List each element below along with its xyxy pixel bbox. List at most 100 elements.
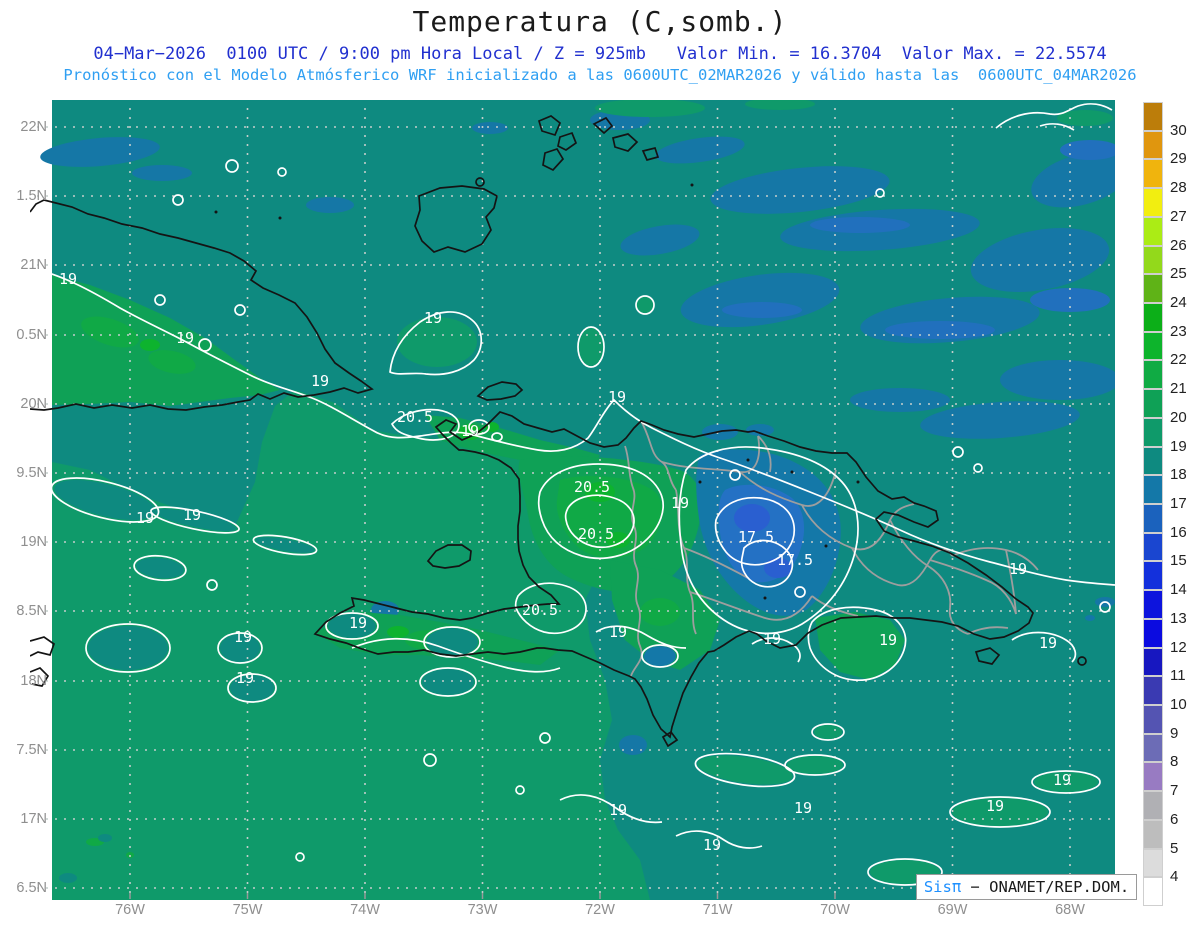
lat-label: 7.5N	[16, 741, 47, 758]
contour-value-label: 19	[176, 329, 194, 347]
colorbar-cell	[1143, 819, 1163, 849]
lon-label: 76W	[115, 902, 145, 918]
lon-label: 69W	[937, 902, 968, 918]
contour-value-label: 19	[234, 628, 252, 646]
lat-label: 18N	[20, 672, 47, 689]
contour-value-label: 20.5	[574, 478, 610, 496]
colorbar-tick-label: 13	[1170, 609, 1187, 627]
colorbar-cell	[1143, 676, 1163, 705]
contour-value-label: 19	[703, 836, 721, 854]
sispi-logo: Sisπ	[923, 878, 962, 896]
lon-label: 73W	[467, 902, 498, 918]
branding-watermark: Sisπ − ONAMET/REP.DOM.	[916, 874, 1137, 900]
colorbar-tick-label: 11	[1170, 667, 1186, 685]
colorbar-cell	[1143, 647, 1163, 677]
colorbar-cell	[1143, 245, 1163, 275]
valid-time-line: 04−Mar−2026 0100 UTC / 9:00 pm Hora Loca…	[93, 44, 1107, 64]
colorbar-cell	[1143, 446, 1163, 476]
colorbar-cell	[1143, 762, 1163, 792]
lat-label: 0.5N	[16, 326, 47, 343]
contour-value-label: 19	[671, 494, 689, 512]
lat-label: 8.5N	[16, 603, 47, 620]
lon-label: 72W	[585, 902, 615, 918]
model-info-line: Pronóstico con el Modelo Atmósferico WRF…	[63, 66, 1137, 84]
colorbar-tick-label: 21	[1170, 380, 1187, 398]
org-label: ONAMET/REP.DOM.	[989, 878, 1130, 896]
colorbar-tick-label: 8	[1170, 753, 1179, 771]
lat-label: 21N	[20, 257, 47, 274]
lon-label: 71W	[702, 902, 733, 918]
colorbar-cell	[1143, 159, 1163, 189]
colorbar-tick-label: 9	[1170, 724, 1179, 742]
colorbar-tick-label: 27	[1170, 207, 1187, 225]
lat-label: 6.5N	[16, 880, 47, 897]
contour-value-label: 19	[608, 388, 626, 406]
jamaica-tip	[30, 636, 56, 657]
contour-value-label: 19	[136, 509, 154, 527]
colorbar-tick-label: 24	[1170, 294, 1187, 311]
contour-value-label: 20.5	[397, 408, 433, 426]
lon-label: 68W	[1055, 902, 1085, 918]
lat-label: 20N	[20, 395, 47, 412]
colorbar-cell	[1143, 848, 1163, 878]
colorbar-tick-label: 6	[1170, 810, 1179, 828]
colorbar-cell	[1143, 216, 1163, 246]
page-title: Temperatura (C,somb.)	[412, 5, 788, 38]
colorbar-tick-label: 19	[1170, 437, 1187, 455]
colorbar-tick-label: 4	[1170, 868, 1179, 886]
colorbar-cell	[1143, 618, 1163, 648]
colorbar-tick-label: 7	[1170, 782, 1179, 800]
colorbar-cell	[1143, 102, 1163, 131]
contour-value-label: 19	[794, 799, 812, 817]
colorbar-tick-label: 5	[1170, 839, 1179, 857]
contour-value-label: 19	[424, 309, 442, 327]
colorbar-tick-label: 20	[1170, 408, 1187, 426]
colorbar-cell	[1143, 590, 1163, 619]
colorbar-tick-label: 25	[1170, 265, 1187, 283]
colorbar-cell	[1143, 561, 1163, 591]
contour-value-label: 19	[609, 801, 627, 819]
contour-value-label: 19	[311, 372, 329, 390]
colorbar-cell	[1143, 877, 1163, 906]
colorbar-cell	[1143, 532, 1163, 562]
colorbar-cell	[1143, 705, 1163, 734]
colorbar-cell	[1143, 733, 1163, 763]
contour-value-label: 19	[986, 797, 1004, 815]
colorbar-cell	[1143, 360, 1163, 390]
lon-label: 70W	[820, 902, 850, 918]
colorbar-tick-label: 15	[1170, 552, 1187, 570]
contour-value-label: 19	[1009, 560, 1027, 578]
colorbar-tick-label: 22	[1170, 351, 1187, 369]
contour-value-label: 20.5	[522, 601, 558, 619]
colorbar-tick-label: 26	[1170, 236, 1187, 254]
lon-label: 74W	[350, 902, 380, 918]
lat-label: 22N	[20, 119, 47, 135]
lon-label: 75W	[232, 902, 263, 918]
colorbar-cell	[1143, 389, 1163, 418]
colorbar-cell	[1143, 417, 1163, 447]
forecast-map-page: Temperatura (C,somb.) 04−Mar−2026 0100 U…	[0, 0, 1200, 927]
colorbar-cell	[1143, 791, 1163, 820]
contour-value-label: 19	[763, 630, 781, 648]
contour-value-label: 19	[236, 669, 254, 687]
contour-value-label: 19	[183, 506, 201, 524]
contour-value-label: 19	[1039, 634, 1057, 652]
contour-value-label: 17.5	[777, 551, 813, 569]
contour-value-label: 20.5	[578, 525, 614, 543]
colorbar-tick-label: 29	[1170, 150, 1187, 168]
colorbar-tick-label: 28	[1170, 179, 1187, 197]
lat-label: 17N	[20, 811, 47, 827]
colorbar-tick-label: 23	[1170, 322, 1187, 340]
colorbar-cell	[1143, 274, 1163, 303]
contour-value-label: 19	[59, 270, 77, 288]
colorbar-tick-label: 17	[1170, 495, 1187, 512]
colorbar-cell	[1143, 475, 1163, 504]
colorbar-tick-label: 10	[1170, 696, 1187, 713]
colorbar-tick-label: 16	[1170, 523, 1187, 541]
colorbar-cell	[1143, 504, 1163, 533]
colorbar-tick-label: 30	[1170, 121, 1187, 139]
contour-value-label: 19	[461, 422, 479, 440]
colorbar-cell	[1143, 130, 1163, 160]
temperature-colorbar	[1143, 102, 1163, 906]
contour-value-label: 19	[879, 631, 897, 649]
